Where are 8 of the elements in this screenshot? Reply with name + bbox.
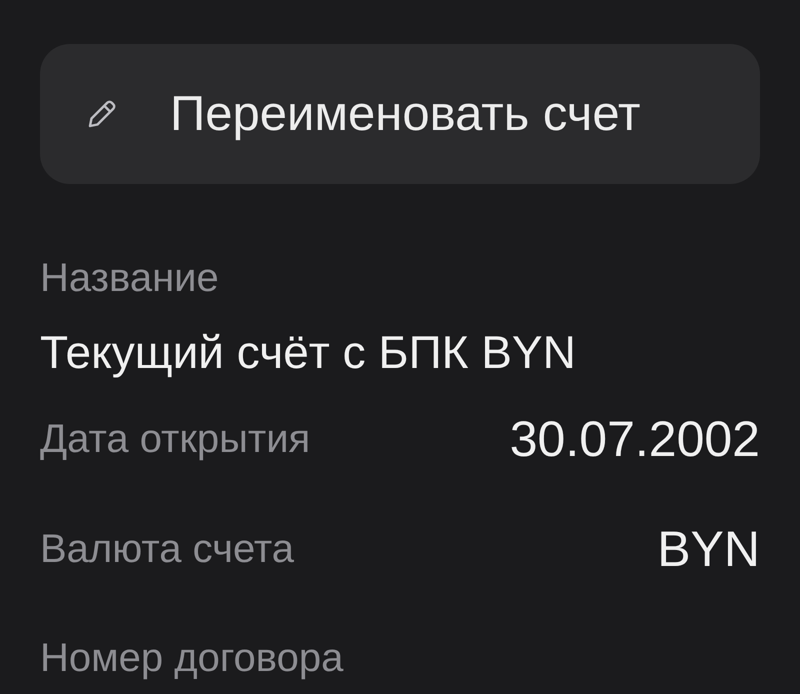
field-label: Название [40,255,220,302]
rename-button[interactable]: Переименовать счет [40,44,760,184]
field-label: Номер договора [40,635,344,682]
field-label: Валюта счета [40,526,294,573]
field-value: 30.07.2002 [510,410,760,468]
field-value: BYN [657,520,760,578]
field-value: Текущий счёт с БПК BYN [40,325,577,380]
field-label: Дата открытия [40,416,310,463]
